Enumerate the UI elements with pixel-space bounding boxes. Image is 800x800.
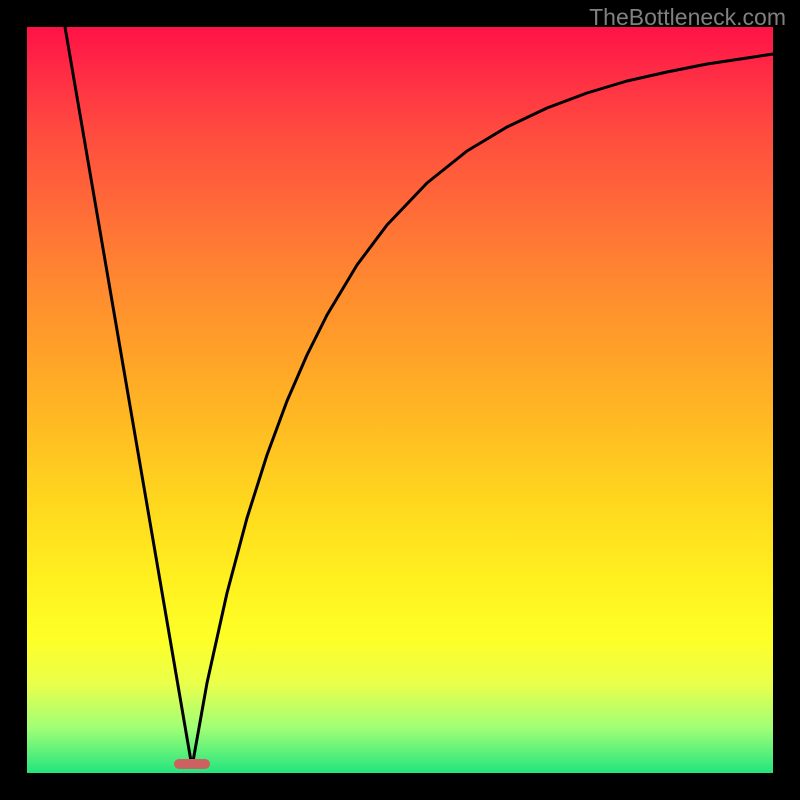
optimal-marker xyxy=(174,759,210,769)
curve-left-branch xyxy=(65,27,192,767)
chart-frame: TheBottleneck.com xyxy=(0,0,800,800)
watermark-text: TheBottleneck.com xyxy=(589,4,786,31)
plot-area xyxy=(27,27,773,773)
curve-right-branch xyxy=(192,54,773,767)
bottleneck-curve xyxy=(27,27,773,773)
